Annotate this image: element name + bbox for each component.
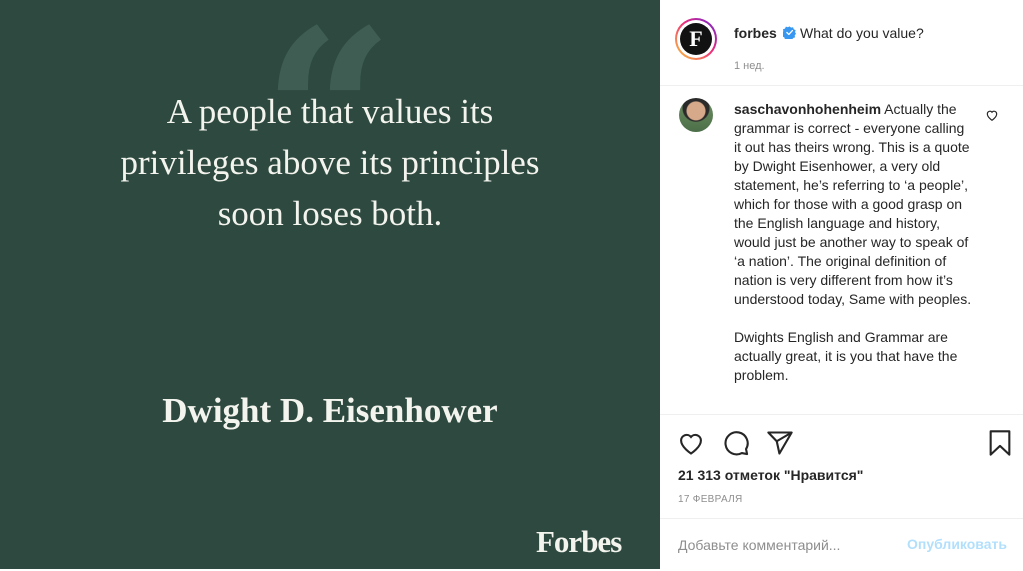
bookmark-icon[interactable] (986, 429, 1014, 457)
quote-line: A people that values its (166, 92, 494, 131)
comment-item: saschavonhohenheim Actually the grammar … (734, 100, 974, 385)
comment-paragraph-2: Dwights English and Grammar are actually… (734, 329, 958, 383)
author-username[interactable]: forbes (734, 25, 777, 41)
comment-input[interactable] (678, 533, 888, 557)
verified-badge-icon (783, 26, 796, 39)
author-avatar[interactable]: F (675, 18, 717, 60)
comment-paragraph: saschavonhohenheim Actually the grammar … (734, 100, 974, 309)
post-side-panel: F forbes What do you value? 1 нед. sasch… (660, 0, 1023, 569)
comment-icon[interactable] (722, 429, 750, 457)
post-image: “ A people that values its privileges ab… (0, 0, 660, 569)
comment-like-icon[interactable] (985, 108, 999, 122)
comment-username[interactable]: saschavonhohenheim (734, 101, 881, 117)
quote-author: Dwight D. Eisenhower (162, 391, 498, 430)
post-caption: What do you value? (800, 25, 924, 41)
forbes-logo: Forbes (536, 524, 622, 559)
quote-line: privileges above its principles (120, 143, 540, 182)
post-comment-button[interactable]: Опубликовать (907, 536, 1007, 552)
comment-text: Actually the grammar is correct - everyo… (734, 101, 972, 307)
share-icon[interactable] (766, 429, 794, 457)
add-comment-bar: Опубликовать (660, 518, 1023, 571)
post-date[interactable]: 17 ФЕВРАЛЯ (678, 494, 743, 505)
post-header: F forbes What do you value? 1 нед. (660, 0, 1023, 86)
quote-text: A people that values its privileges abov… (20, 86, 640, 239)
post-actions: 21 313 отметок "Нравится" 17 ФЕВРАЛЯ Опу… (660, 414, 1023, 570)
likes-count[interactable]: 21 313 отметок "Нравится" (678, 467, 863, 483)
quote-line: soon loses both. (217, 194, 443, 233)
heart-icon[interactable] (677, 429, 705, 457)
caption-timestamp[interactable]: 1 нед. (734, 60, 765, 72)
avatar-letter: F (680, 23, 712, 55)
commenter-avatar[interactable] (679, 98, 713, 132)
comments-list[interactable]: saschavonhohenheim Actually the grammar … (660, 86, 1023, 414)
